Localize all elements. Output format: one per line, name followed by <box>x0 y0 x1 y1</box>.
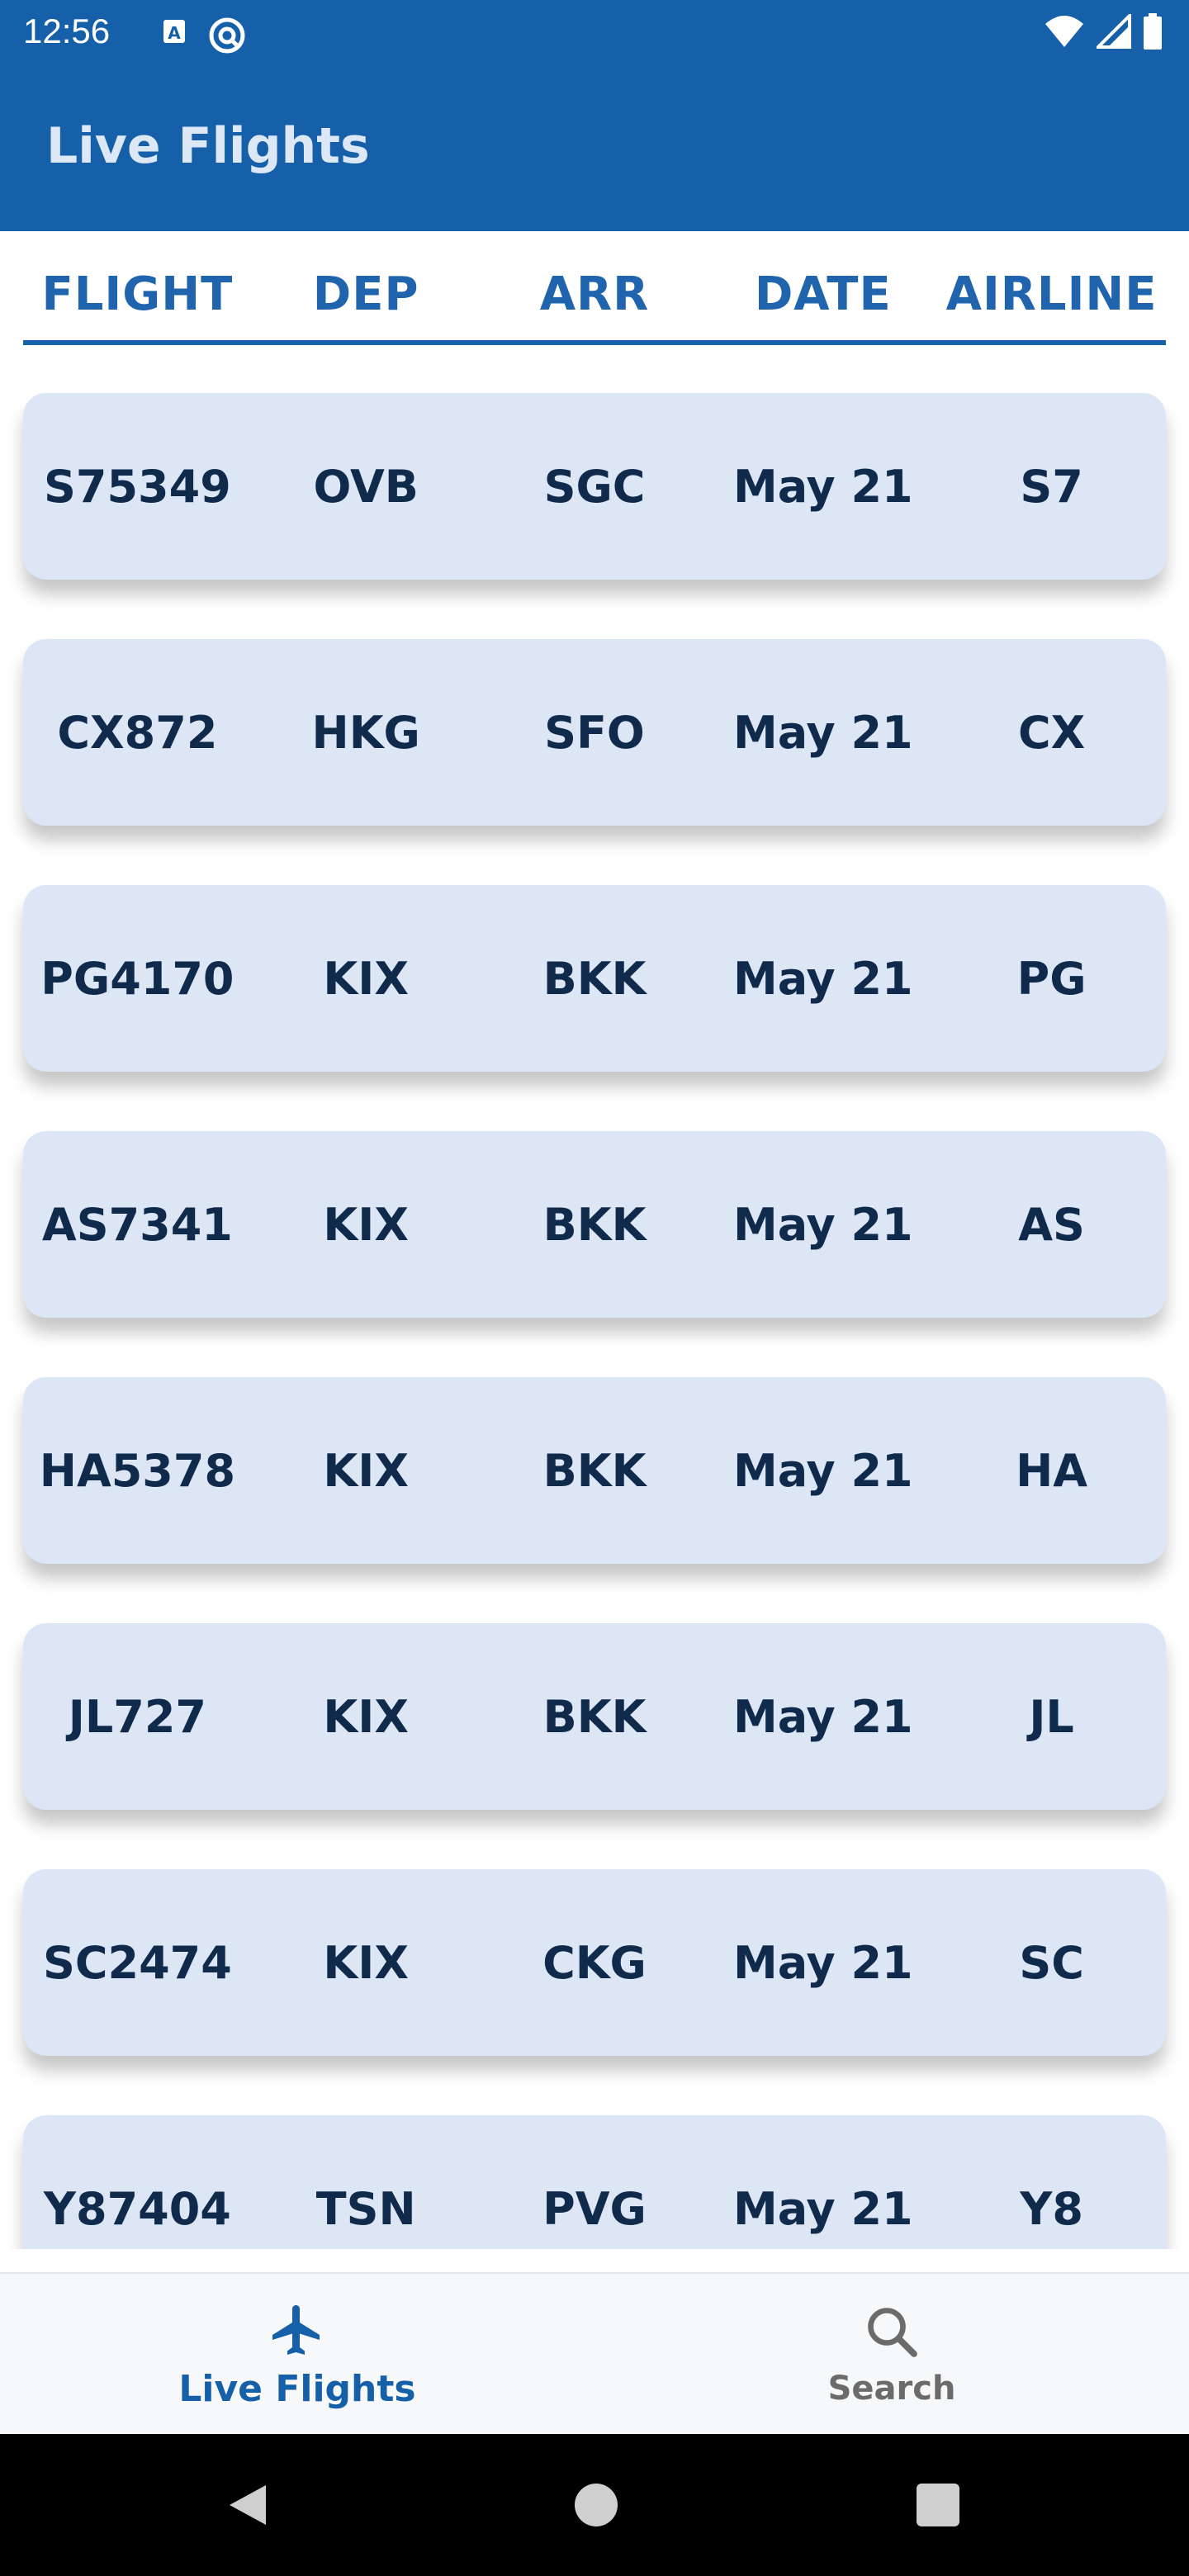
flight-date: May 21 <box>732 1198 913 1251</box>
back-icon[interactable] <box>223 2480 272 2533</box>
departure-code: KIX <box>323 1444 409 1497</box>
flight-date: May 21 <box>732 1936 913 1989</box>
flight-number: S75349 <box>44 460 231 513</box>
departure-code: OVB <box>313 460 419 513</box>
airline-code: S7 <box>1020 460 1083 513</box>
airplane-icon <box>268 2300 327 2363</box>
airline-code: SC <box>1019 1936 1084 1989</box>
bottom-navigation: Live Flights Search <box>0 2272 1189 2436</box>
nav-label-search: Search <box>827 2370 956 2408</box>
signal-icon <box>1094 12 1131 52</box>
arrival-code: BKK <box>542 1444 647 1497</box>
arrival-code: BKK <box>542 1198 647 1251</box>
flight-date: May 21 <box>732 1690 913 1743</box>
airline-code: HA <box>1016 1444 1088 1497</box>
departure-code: TSN <box>315 2182 416 2235</box>
search-icon <box>862 2302 921 2365</box>
page-title: Live Flights <box>46 117 370 175</box>
airline-code: CX <box>1017 706 1086 759</box>
departure-code: KIX <box>323 1936 409 1989</box>
flight-card[interactable]: CX872 HKG SFO May 21 CX <box>23 639 1166 826</box>
svg-text:A: A <box>168 23 181 43</box>
flight-number: Y87404 <box>43 2182 231 2235</box>
arrival-code: BKK <box>542 1690 647 1743</box>
airline-code: Y8 <box>1020 2182 1083 2235</box>
airline-code: JL <box>1029 1690 1074 1743</box>
home-icon[interactable] <box>571 2480 621 2533</box>
flight-card[interactable]: AS7341 KIX BKK May 21 AS <box>23 1131 1166 1318</box>
airline-code: AS <box>1018 1198 1085 1251</box>
arrival-code: SGC <box>543 460 646 513</box>
nav-label-live-flights: Live Flights <box>178 2367 416 2410</box>
recents-icon[interactable] <box>913 2480 963 2533</box>
flight-card[interactable]: PG4170 KIX BKK May 21 PG <box>23 885 1166 1072</box>
column-header-date: DATE <box>754 267 892 321</box>
departure-code: KIX <box>323 1198 409 1251</box>
flight-card[interactable]: JL727 KIX BKK May 21 JL <box>23 1623 1166 1810</box>
table-header: FLIGHT DEP ARR DATE AIRLINE <box>23 248 1166 345</box>
flight-card[interactable]: S75349 OVB SGC May 21 S7 <box>23 393 1166 580</box>
departure-code: KIX <box>323 952 409 1005</box>
nav-item-search[interactable]: Search <box>594 2274 1189 2436</box>
column-header-arr: ARR <box>539 267 650 321</box>
battery-icon <box>1143 13 1163 53</box>
flight-list[interactable]: S75349 OVB SGC May 21 S7 CX872 HKG SFO M… <box>0 340 1189 2249</box>
flight-date: May 21 <box>732 952 913 1005</box>
flight-number: PG4170 <box>40 952 234 1005</box>
flight-number: SC2474 <box>42 1936 232 1989</box>
at-sign-icon <box>208 17 246 58</box>
arrival-code: SFO <box>544 706 645 759</box>
arrival-code: BKK <box>542 952 647 1005</box>
wifi-icon <box>1044 14 1085 52</box>
column-header-flight: FLIGHT <box>41 267 234 321</box>
arrival-code: PVG <box>542 2182 647 2235</box>
flight-card[interactable]: Y87404 TSN PVG May 21 Y8 <box>23 2115 1166 2249</box>
arrival-code: CKG <box>542 1936 647 1989</box>
flight-number: AS7341 <box>41 1198 233 1251</box>
status-time: 12:56 <box>23 12 111 50</box>
flight-date: May 21 <box>732 706 913 759</box>
system-navigation-bar <box>0 2434 1189 2576</box>
departure-code: HKG <box>311 706 420 759</box>
status-bar: 12:56 A <box>0 0 1189 69</box>
departure-code: KIX <box>323 1690 409 1743</box>
nav-item-live-flights[interactable]: Live Flights <box>0 2274 594 2436</box>
flight-number: JL727 <box>68 1690 207 1743</box>
column-header-dep: DEP <box>312 267 419 321</box>
flight-number: HA5378 <box>39 1444 236 1497</box>
flight-card[interactable]: HA5378 KIX BKK May 21 HA <box>23 1377 1166 1564</box>
app-bar: Live Flights <box>0 69 1189 231</box>
flight-date: May 21 <box>732 2182 913 2235</box>
flight-card[interactable]: SC2474 KIX CKG May 21 SC <box>23 1869 1166 2056</box>
flight-number: CX872 <box>57 706 218 759</box>
airline-code: PG <box>1016 952 1087 1005</box>
flight-date: May 21 <box>732 1444 913 1497</box>
column-header-airline: AIRLINE <box>945 267 1158 321</box>
flight-date: May 21 <box>732 460 913 513</box>
a-badge-icon: A <box>162 17 188 58</box>
